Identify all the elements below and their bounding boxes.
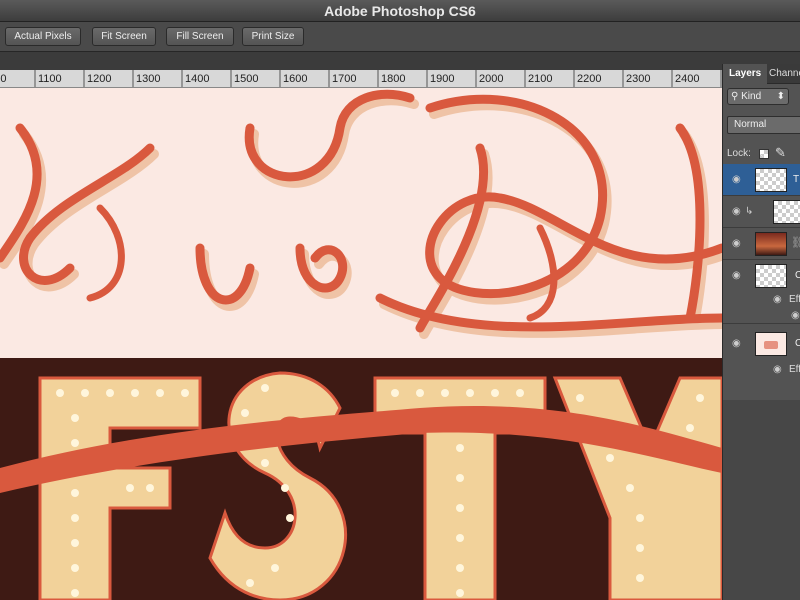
ruler-label: 1500: [234, 73, 259, 85]
layer-row[interactable]: ◉ C ◉ Eff ◉: [723, 260, 800, 324]
layer-row[interactable]: ◉ C ◉ Eff: [723, 324, 800, 384]
visibility-eye-icon[interactable]: ◉: [732, 238, 741, 249]
ruler-label: 1400: [185, 73, 210, 85]
clipping-arrow-icon: ↳: [745, 206, 754, 217]
layer-thumbnail: [755, 232, 787, 256]
lock-paint-brush-icon[interactable]: ✎: [775, 145, 786, 161]
ruler-label: 1200: [87, 73, 112, 85]
filter-kind-value: Kind: [741, 91, 762, 102]
fill-screen-button[interactable]: Fill Screen: [166, 27, 234, 46]
layer-row[interactable]: ◉ ⛓: [723, 228, 800, 260]
thumbnail-art: [764, 341, 778, 349]
lock-transparency-icon[interactable]: [759, 149, 769, 159]
panel-empty-area: [723, 400, 800, 600]
visibility-eye-icon[interactable]: ◉: [732, 338, 741, 349]
layer-thumbnail: [755, 168, 787, 192]
ruler-label: 2100: [528, 73, 553, 85]
panel-tabs: Layers Channels: [723, 64, 800, 84]
artwork-illustration: [0, 88, 722, 600]
layer-thumbnail: [755, 332, 787, 356]
search-icon: ⚲: [731, 91, 739, 102]
document-tab-strip: [0, 52, 800, 70]
layer-row[interactable]: ◉ ↳: [723, 196, 800, 228]
effects-eye-icon[interactable]: ◉: [773, 294, 782, 305]
ruler-label: 2000: [479, 73, 504, 85]
tab-channels[interactable]: Channels: [769, 64, 800, 84]
visibility-eye-icon[interactable]: ◉: [732, 270, 741, 281]
window-title: Adobe Photoshop CS6: [0, 0, 800, 22]
layer-filter-select[interactable]: ⚲ Kind ⬍: [727, 88, 789, 105]
ruler-label: 2200: [577, 73, 602, 85]
layer-thumbnail: [773, 200, 800, 224]
effects-eye-icon[interactable]: ◉: [773, 364, 782, 375]
visibility-eye-icon[interactable]: ◉: [732, 206, 741, 217]
visibility-eye-icon[interactable]: ◉: [732, 174, 741, 185]
ruler-label: 1900: [430, 73, 455, 85]
ruler-label: 2400: [675, 73, 700, 85]
fit-screen-button[interactable]: Fit Screen: [92, 27, 156, 46]
layers-panel: Layers Channels ⚲ Kind ⬍ Normal Lock: ✎ …: [722, 64, 800, 600]
ruler-label: 1000: [0, 73, 7, 85]
print-size-button[interactable]: Print Size: [242, 27, 304, 46]
ruler-label: 2300: [626, 73, 651, 85]
effects-label: Eff: [789, 364, 800, 375]
ruler-label: 1100: [38, 73, 62, 85]
effect-eye-icon[interactable]: ◉: [791, 310, 800, 321]
ruler-label: 1700: [332, 73, 357, 85]
effects-label: Eff: [789, 294, 800, 305]
layer-name: C: [795, 270, 800, 281]
layer-row[interactable]: ◉ T: [723, 164, 800, 196]
document-canvas[interactable]: [0, 88, 722, 600]
ruler-label: 1800: [381, 73, 406, 85]
layer-name: T: [793, 174, 800, 185]
lock-label: Lock:: [727, 148, 751, 159]
chevron-down-icon: ⬍: [776, 91, 785, 102]
ruler-label: 1600: [283, 73, 308, 85]
link-chain-icon: ⛓: [791, 237, 800, 249]
tab-layers[interactable]: Layers: [723, 64, 767, 84]
ruler-label: 1300: [136, 73, 161, 85]
horizontal-ruler[interactable]: 1000 1100 1200 1300 1400 1500 1600 1700 …: [0, 70, 722, 88]
actual-pixels-button[interactable]: Actual Pixels: [5, 27, 81, 46]
blend-mode-select[interactable]: Normal: [727, 116, 800, 134]
layer-name: C: [795, 338, 800, 349]
options-bar: Actual Pixels Fit Screen Fill Screen Pri…: [0, 22, 800, 52]
layer-thumbnail: [755, 264, 787, 288]
